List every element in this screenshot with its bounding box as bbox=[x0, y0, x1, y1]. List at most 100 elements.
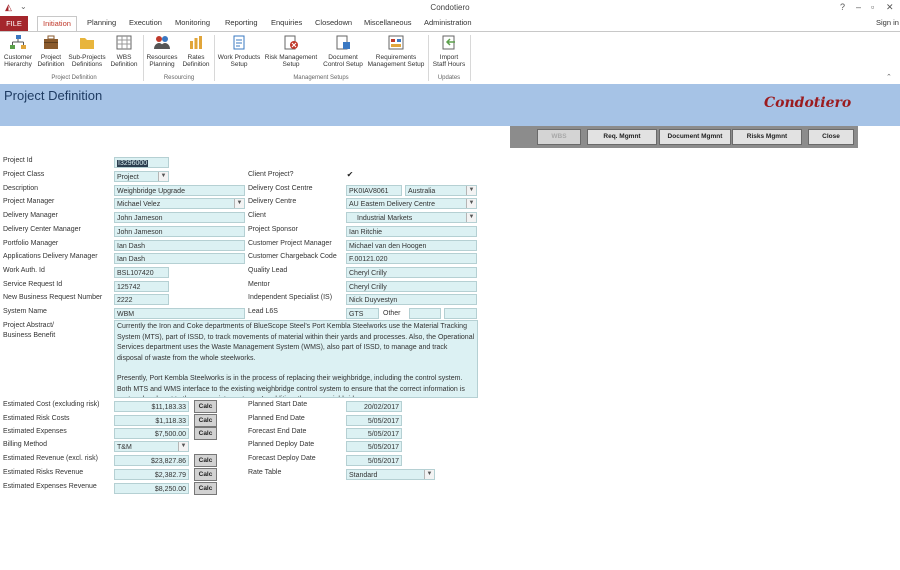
estimated-expenses-revenue-calc-button[interactable]: Calc bbox=[194, 482, 217, 495]
estimated-expenses-calc-button[interactable]: Calc bbox=[194, 427, 217, 440]
tab-initiation[interactable]: Initiation bbox=[37, 16, 77, 32]
estimated-cost-field[interactable]: $11,183.33 bbox=[114, 401, 189, 412]
people-icon bbox=[154, 36, 170, 49]
sub-projects-definitions-button[interactable]: Sub-Projects Definitions bbox=[67, 35, 107, 68]
chevron-down-icon[interactable]: ▼ bbox=[466, 199, 476, 208]
portfolio-manager-label: Portfolio Manager bbox=[3, 240, 59, 247]
project-definition-button[interactable]: Project Definition bbox=[36, 35, 66, 68]
applications-delivery-manager-field[interactable]: Ian Dash bbox=[114, 253, 245, 264]
client-project-checkbox[interactable]: ✔ bbox=[346, 171, 354, 179]
ribbon: Customer Hierarchy Project Definition Sub-… bbox=[0, 31, 900, 85]
chevron-down-icon[interactable]: ▼ bbox=[178, 442, 188, 451]
new-business-request-number-field[interactable]: 2222 bbox=[114, 294, 169, 305]
estimated-expenses-revenue-field[interactable]: $8,250.00 bbox=[114, 483, 189, 494]
planned-end-date-field[interactable]: 5/05/2017 bbox=[346, 415, 402, 426]
planned-deploy-date-field[interactable]: 5/05/2017 bbox=[346, 441, 402, 452]
customer-hierarchy-button[interactable]: Customer Hierarchy bbox=[2, 35, 34, 68]
customer-chargeback-code-field[interactable]: F.00121.020 bbox=[346, 253, 477, 264]
delivery-cost-centre-field[interactable]: PK0IAV8061 bbox=[346, 185, 402, 196]
rate-table-select[interactable]: Standard ▼ bbox=[346, 469, 435, 480]
quality-lead-field[interactable]: Cheryl Crilly bbox=[346, 267, 477, 278]
estimated-risks-revenue-calc-button[interactable]: Calc bbox=[194, 468, 217, 481]
group-management-setups: Management Setups bbox=[293, 75, 349, 81]
description-field[interactable]: Weighbridge Upgrade bbox=[114, 185, 245, 196]
project-abstract-textarea[interactable]: Currently the Iron and Coke departments … bbox=[114, 320, 478, 398]
other-label: Other bbox=[383, 310, 401, 317]
document-mgmnt-button[interactable]: Document Mgmnt bbox=[659, 129, 731, 145]
estimated-cost-calc-button[interactable]: Calc bbox=[194, 400, 217, 413]
document-control-setup-button[interactable]: Document Control Setup bbox=[320, 35, 366, 68]
resources-planning-button[interactable]: Resources Planning bbox=[145, 35, 179, 68]
tab-closedown[interactable]: Closedown bbox=[315, 18, 352, 27]
chevron-down-icon[interactable]: ▼ bbox=[466, 186, 476, 195]
requirements-management-setup-button[interactable]: Requirements Management Setup bbox=[366, 35, 426, 68]
business-benefit-label: Business Benefit bbox=[3, 332, 56, 339]
project-manager-select[interactable]: Michael Velez ▼ bbox=[114, 198, 245, 209]
estimated-risk-costs-field[interactable]: $1,118.33 bbox=[114, 415, 189, 426]
chevron-down-icon[interactable]: ▼ bbox=[158, 172, 168, 181]
chevron-down-icon[interactable]: ▼ bbox=[466, 213, 476, 222]
lead-l6s-field[interactable]: GTS bbox=[346, 308, 379, 319]
delivery-manager-field[interactable]: John Jameson bbox=[114, 212, 245, 223]
risks-mgmnt-button[interactable]: Risks Mgmnt bbox=[732, 129, 802, 145]
forecast-end-date-label: Forecast End Date bbox=[248, 428, 307, 435]
collapse-ribbon-icon[interactable]: ⌃ bbox=[886, 73, 892, 81]
customer-project-manager-label: Customer Project Manager bbox=[248, 240, 332, 247]
help-icon[interactable]: ? bbox=[840, 2, 845, 12]
independent-specialist-field[interactable]: Nick Duyvestyn bbox=[346, 294, 477, 305]
other-field[interactable] bbox=[409, 308, 441, 319]
rates-definition-button[interactable]: Rates Definition bbox=[180, 35, 212, 68]
customer-project-manager-field[interactable]: Michael van den Hoogen bbox=[346, 240, 477, 251]
billing-method-select[interactable]: T&M ▼ bbox=[114, 441, 189, 452]
client-select[interactable]: Industrial Markets ▼ bbox=[346, 212, 477, 223]
chevron-down-icon[interactable]: ▼ bbox=[424, 470, 434, 479]
forecast-deploy-date-field[interactable]: 5/05/2017 bbox=[346, 455, 402, 466]
estimated-risk-costs-label: Estimated Risk Costs bbox=[3, 415, 70, 422]
delivery-center-manager-field[interactable]: John Jameson bbox=[114, 226, 245, 237]
tab-monitoring[interactable]: Monitoring bbox=[175, 18, 210, 27]
tab-file[interactable]: FILE bbox=[0, 16, 28, 31]
estimated-revenue-field[interactable]: $23,827.86 bbox=[114, 455, 189, 466]
work-products-setup-button[interactable]: Work Products Setup bbox=[216, 35, 262, 68]
project-class-select[interactable]: Project ▼ bbox=[114, 171, 169, 182]
tab-enquiries[interactable]: Enquiries bbox=[271, 18, 302, 27]
estimated-revenue-calc-button[interactable]: Calc bbox=[194, 454, 217, 467]
forecast-end-date-field[interactable]: 5/05/2017 bbox=[346, 428, 402, 439]
chevron-down-icon[interactable]: ▼ bbox=[234, 199, 244, 208]
delivery-centre-select[interactable]: AU Eastern Delivery Centre ▼ bbox=[346, 198, 477, 209]
estimated-risk-costs-calc-button[interactable]: Calc bbox=[194, 414, 217, 427]
import-staff-hours-button[interactable]: Import Staff Hours bbox=[430, 35, 468, 68]
req-mgmnt-button[interactable]: Req. Mgmnt bbox=[587, 129, 657, 145]
sign-in-link[interactable]: Sign in bbox=[876, 18, 899, 27]
minimize-icon[interactable]: – bbox=[856, 2, 861, 12]
tab-planning[interactable]: Planning bbox=[87, 18, 116, 27]
tab-miscellaneous[interactable]: Miscellaneous bbox=[364, 18, 412, 27]
planned-start-date-field[interactable]: 20/02/2017 bbox=[346, 401, 402, 412]
project-abstract-label: Project Abstract/ bbox=[3, 322, 54, 329]
close-window-icon[interactable]: ✕ bbox=[886, 2, 894, 13]
risk-management-setup-button[interactable]: Risk Management Setup bbox=[263, 35, 319, 68]
system-name-field[interactable]: WBM bbox=[114, 308, 245, 319]
requirements-icon bbox=[388, 35, 404, 50]
logo: Condotiero bbox=[764, 95, 852, 111]
tab-execution[interactable]: Execution bbox=[129, 18, 162, 27]
project-sponsor-field[interactable]: Ian Ritchie bbox=[346, 226, 477, 237]
service-request-id-field[interactable]: 125742 bbox=[114, 281, 169, 292]
group-updates: Updates bbox=[437, 75, 461, 81]
page-title: Project Definition bbox=[4, 88, 103, 103]
wbs-button[interactable]: WBS bbox=[537, 129, 581, 145]
project-id-label: Project Id bbox=[3, 157, 33, 164]
portfolio-manager-field[interactable]: Ian Dash bbox=[114, 240, 245, 251]
estimated-expenses-field[interactable]: $7,500.00 bbox=[114, 428, 189, 439]
tab-reporting[interactable]: Reporting bbox=[225, 18, 258, 27]
mentor-field[interactable]: Cheryl Crilly bbox=[346, 281, 477, 292]
maximize-icon[interactable]: ▫ bbox=[871, 2, 874, 12]
work-auth-id-field[interactable]: BSL107420 bbox=[114, 267, 169, 278]
close-button[interactable]: Close bbox=[808, 129, 854, 145]
wbs-definition-button[interactable]: WBS Definition bbox=[108, 35, 140, 68]
tab-administration[interactable]: Administration bbox=[424, 18, 472, 27]
delivery-country-select[interactable]: Australia ▼ bbox=[405, 185, 477, 196]
estimated-risks-revenue-field[interactable]: $2,382.79 bbox=[114, 469, 189, 480]
project-id-field[interactable]: I3296000 bbox=[114, 157, 169, 168]
other-field-2[interactable] bbox=[444, 308, 477, 319]
